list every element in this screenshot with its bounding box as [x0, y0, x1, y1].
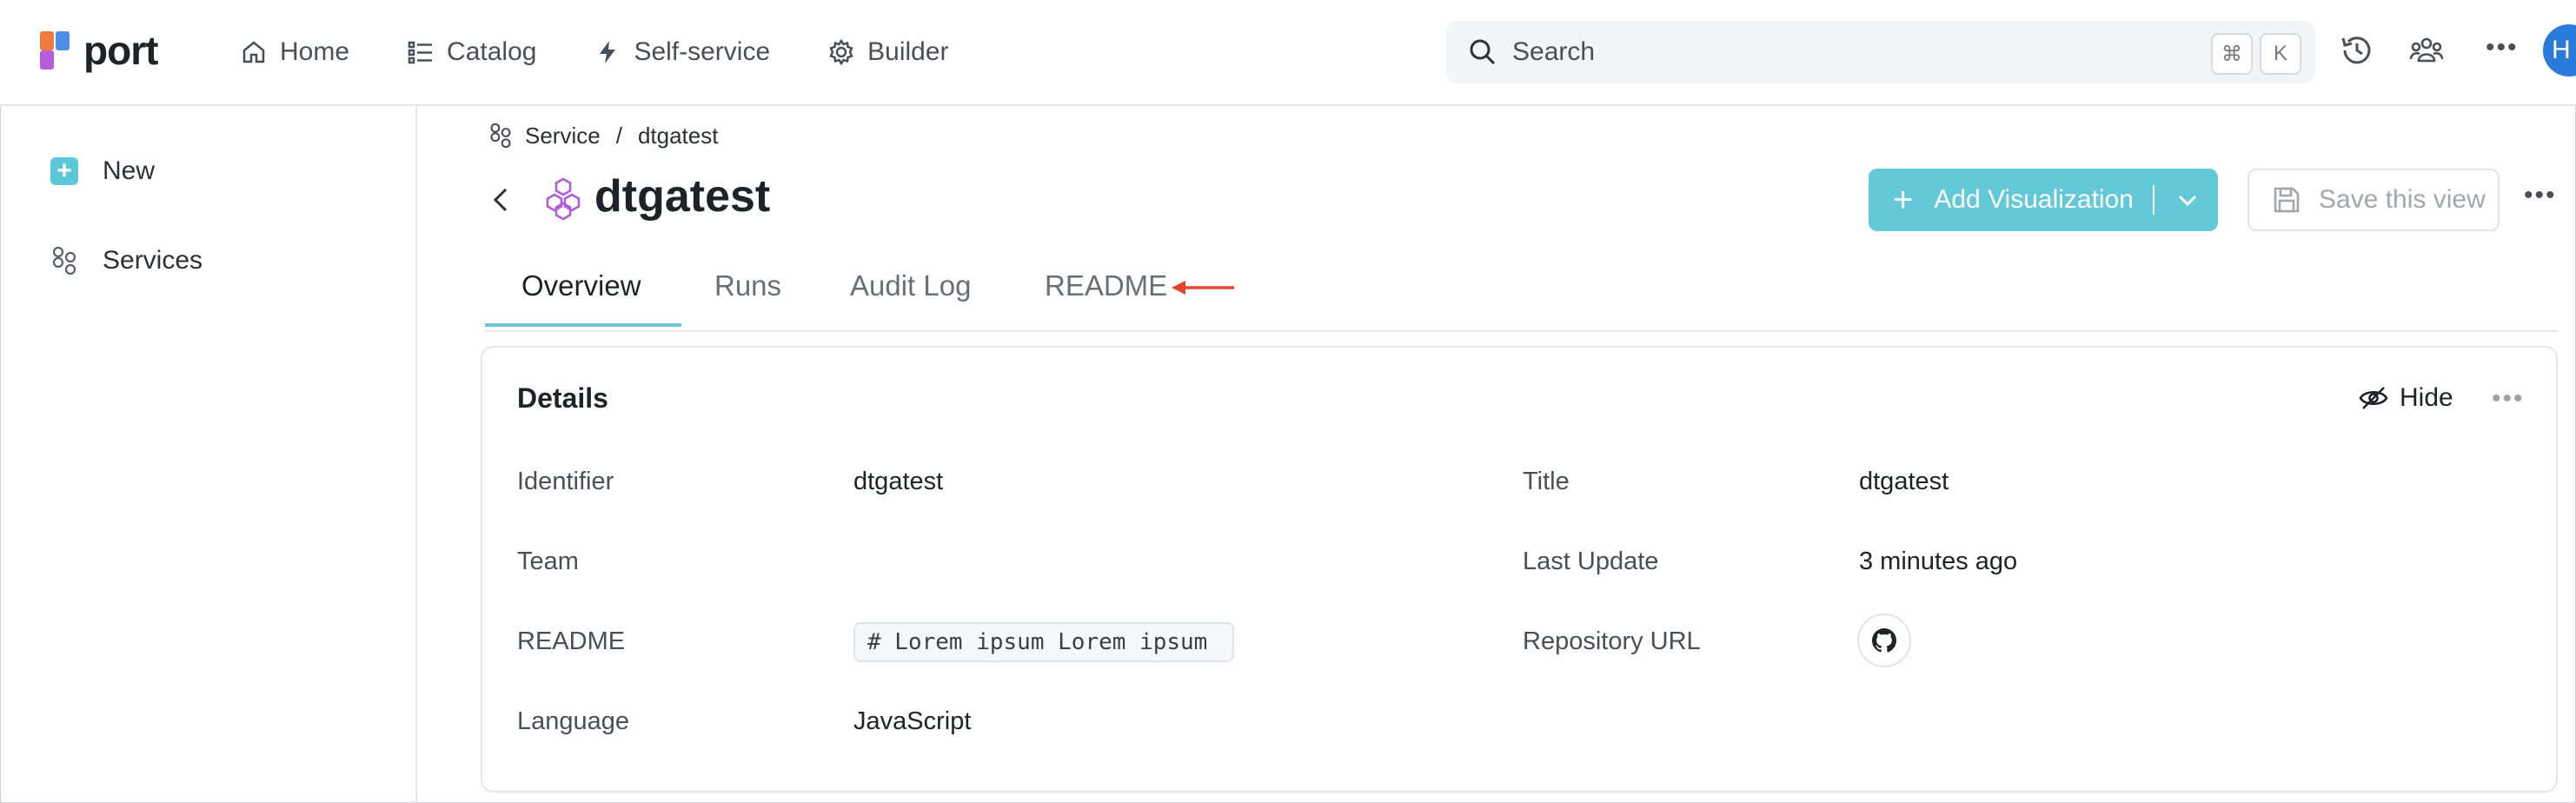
port-logo[interactable]: port [38, 24, 158, 76]
global-search[interactable]: Search ⌘ K [1446, 21, 2315, 83]
sidebar-item-services[interactable]: Services [50, 245, 202, 276]
breadcrumb-separator: / [615, 122, 622, 149]
entity-service-icon [546, 177, 581, 221]
details-title: Details [517, 382, 608, 414]
last-update-label: Last Update [1523, 548, 1659, 575]
more-menu-icon[interactable]: ••• [2486, 33, 2519, 63]
nav-home-label: Home [280, 37, 350, 66]
repository-url-link[interactable] [1857, 614, 1911, 667]
sidebar: + New Services [0, 106, 417, 803]
nav-self-service-label: Self-service [634, 37, 771, 66]
page-title: dtgatest [594, 171, 771, 222]
tab-runs[interactable]: Runs [714, 269, 781, 302]
lightning-icon [600, 41, 616, 63]
sidebar-item-services-label: Services [103, 246, 203, 275]
sidebar-item-new[interactable]: + New [50, 156, 155, 186]
sidebar-item-new-label: New [103, 156, 156, 185]
nav-home[interactable]: Home [240, 37, 349, 67]
entity-tabs: Overview Runs Audit Log README [485, 261, 2559, 332]
title-label: Title [1523, 468, 1570, 495]
nav-catalog[interactable]: Catalog [407, 37, 536, 67]
port-logo-mark-icon [40, 31, 70, 70]
plus-icon: + [1893, 180, 1914, 219]
title-value: dtgatest [1859, 468, 1949, 495]
nav-builder[interactable]: Builder [827, 37, 949, 67]
breadcrumb: Service / dtgatest [488, 122, 718, 149]
port-logo-text: port [83, 28, 158, 73]
teams-icon[interactable] [2407, 31, 2446, 70]
details-card: Details Hide ••• Identifier dtgatest Tea… [481, 346, 2558, 793]
kbd-cmd-key: ⌘ [2211, 33, 2253, 75]
add-visualization-label: Add Visualization [1934, 185, 2134, 214]
page-more-menu-icon[interactable]: ••• [2524, 181, 2557, 210]
card-more-menu-icon[interactable]: ••• [2492, 384, 2525, 414]
breadcrumb-parent[interactable]: Service [525, 123, 601, 149]
search-icon [1470, 39, 1496, 65]
eye-off-icon [2359, 387, 2388, 409]
save-disk-icon [2274, 187, 2300, 213]
chevron-down-icon[interactable] [2175, 188, 2200, 212]
team-label: Team [517, 548, 579, 575]
button-divider [2152, 185, 2154, 215]
save-view-button[interactable]: Save this view [2247, 169, 2500, 231]
blueprint-icon [52, 246, 76, 275]
annotation-arrow-icon [1172, 281, 1234, 295]
breadcrumb-current: dtgatest [637, 122, 719, 149]
hide-label: Hide [2400, 383, 2453, 412]
tab-readme[interactable]: README [1045, 269, 1167, 302]
list-icon [408, 41, 433, 64]
search-placeholder: Search [1512, 37, 1596, 66]
identifier-value: dtgatest [853, 468, 944, 495]
github-icon [1872, 628, 1896, 653]
top-navigation-bar: port Home Catalog Self-service Builder S… [0, 0, 2576, 106]
active-tab-indicator [485, 323, 681, 327]
gear-icon [829, 38, 853, 66]
nav-builder-label: Builder [867, 37, 949, 66]
tab-overview[interactable]: Overview [521, 269, 641, 302]
save-view-label: Save this view [2319, 185, 2486, 214]
kbd-k-key: K [2260, 33, 2301, 75]
plus-box-icon: + [50, 157, 78, 185]
hide-button[interactable]: Hide [2358, 382, 2453, 414]
tab-audit-log[interactable]: Audit Log [850, 269, 971, 302]
add-visualization-button[interactable]: + Add Visualization [1869, 169, 2218, 231]
user-avatar[interactable]: H [2543, 24, 2576, 76]
history-icon[interactable] [2338, 31, 2376, 70]
readme-label: README [517, 627, 626, 655]
language-value: JavaScript [853, 707, 972, 735]
nav-catalog-label: Catalog [447, 37, 537, 66]
repository-url-label: Repository URL [1523, 627, 1701, 655]
readme-code-preview[interactable]: # Lorem ipsum Lorem ipsum [853, 622, 1234, 662]
main-nav: Home Catalog Self-service Builder [240, 24, 1006, 80]
last-update-value: 3 minutes ago [1859, 548, 2018, 575]
nav-self-service[interactable]: Self-service [594, 37, 770, 67]
language-label: Language [517, 707, 630, 735]
identifier-label: Identifier [517, 468, 614, 495]
home-icon [242, 41, 265, 63]
back-chevron-icon[interactable] [488, 182, 513, 217]
blueprint-icon [490, 123, 511, 149]
